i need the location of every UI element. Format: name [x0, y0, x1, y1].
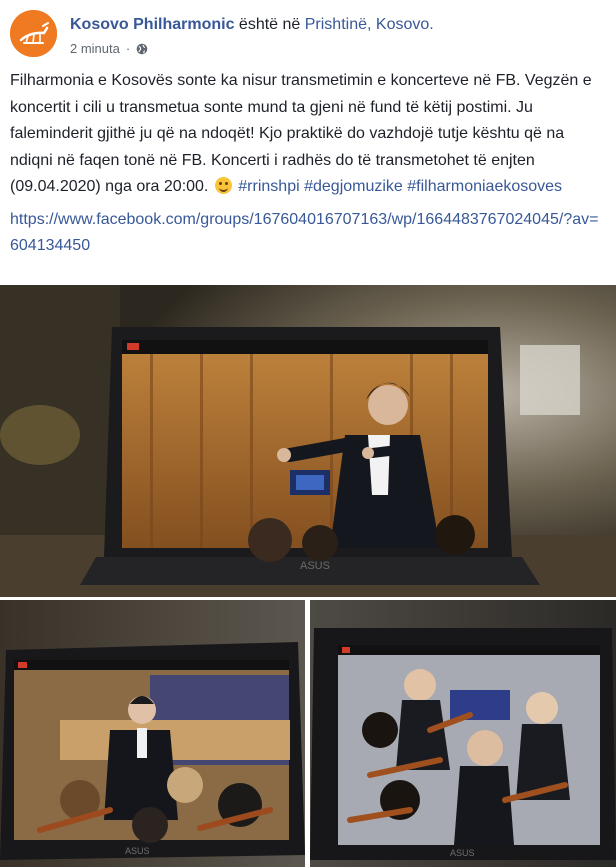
post-header: Kosovo Philharmonic është në Prishtinë, … — [10, 10, 606, 62]
author-line: Kosovo Philharmonic është në Prishtinë, … — [70, 16, 434, 34]
post-url-link[interactable]: https://www.facebook.com/groups/16760401… — [10, 211, 598, 255]
laptop-brand: ASUS — [450, 848, 475, 858]
post-photo-orchestra-right[interactable]: ASUS — [310, 600, 616, 867]
globe-icon[interactable] — [136, 43, 148, 55]
hashtag-link[interactable]: #filharmoniaekosoves — [407, 178, 562, 195]
location-link[interactable]: Prishtinë, Kosovo. — [305, 16, 434, 33]
author-suffix: është në — [234, 16, 305, 33]
page-avatar[interactable] — [10, 10, 57, 57]
post-timestamp[interactable]: 2 minuta — [70, 41, 120, 56]
hashtag-link[interactable]: #rrinshpi — [238, 178, 299, 195]
post-body-text: Filharmonia e Kosovës sonte ka nisur tra… — [10, 72, 592, 195]
author-name-link[interactable]: Kosovo Philharmonic — [70, 16, 234, 33]
smiling-face-emoji-icon — [214, 177, 232, 194]
philharmonic-logo-icon — [10, 10, 57, 57]
post-photo-orchestra-left[interactable]: ASUS — [0, 600, 305, 867]
post-message: Filharmonia e Kosovës sonte ka nisur tra… — [10, 68, 606, 260]
meta-separator: · — [125, 41, 131, 56]
hashtag-link[interactable]: #degjomuzike — [304, 178, 403, 195]
laptop-brand: ASUS — [125, 846, 150, 856]
laptop-brand: ASUS — [300, 560, 330, 572]
post-photo-conductor[interactable]: ASUS — [0, 285, 616, 597]
post-meta: 2 minuta · — [70, 41, 148, 56]
